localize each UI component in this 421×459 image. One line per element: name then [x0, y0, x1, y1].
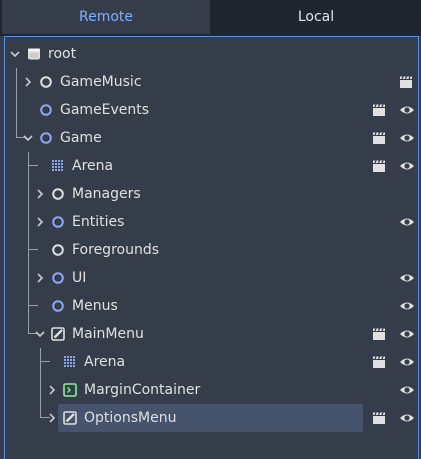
control-icon — [63, 411, 77, 425]
eye-icon[interactable] — [399, 411, 415, 425]
chevron-right-icon[interactable] — [45, 383, 59, 397]
container-icon — [63, 383, 77, 397]
tree-row-root[interactable]: root — [0, 40, 421, 68]
eye-icon[interactable] — [399, 215, 415, 229]
eye-icon[interactable] — [399, 271, 415, 285]
tree-row-gameevents[interactable]: GameEvents — [0, 96, 421, 124]
chevron-right-icon[interactable] — [33, 187, 47, 201]
chevron-down-icon[interactable] — [33, 327, 47, 341]
tree-row-mainmenu[interactable]: MainMenu — [0, 320, 421, 348]
tree-row-ui[interactable]: UI — [0, 264, 421, 292]
node-icon — [39, 103, 53, 117]
tree-row-menus[interactable]: Menus — [0, 292, 421, 320]
tree-row-label: Game — [60, 130, 102, 146]
grid-icon — [63, 355, 77, 369]
tree-row-label: MainMenu — [72, 326, 144, 342]
eye-icon[interactable] — [399, 131, 415, 145]
tree-row-arena[interactable]: Arena — [0, 152, 421, 180]
chevron-right-icon[interactable] — [33, 215, 47, 229]
tree-row-game[interactable]: Game — [0, 124, 421, 152]
tree-row-label: Managers — [72, 186, 141, 202]
tree-row-optionsmenu[interactable]: OptionsMenu — [0, 404, 421, 432]
tree-row-label: Arena — [72, 158, 114, 174]
tree-row-label: Foregrounds — [72, 242, 160, 258]
node-icon — [39, 75, 53, 89]
chevron-right-icon[interactable] — [45, 411, 59, 425]
clapperboard-icon[interactable] — [372, 131, 386, 145]
eye-icon[interactable] — [399, 383, 415, 397]
chevron-right-icon[interactable] — [33, 271, 47, 285]
tree-row-label: OptionsMenu — [84, 410, 177, 426]
eye-icon[interactable] — [399, 299, 415, 313]
scene-tab-bar: Remote Local — [0, 0, 421, 36]
chevron-right-icon[interactable] — [21, 75, 35, 89]
node-icon — [51, 187, 65, 201]
tab-local[interactable]: Local — [212, 0, 420, 34]
eye-icon[interactable] — [399, 159, 415, 173]
node-icon — [51, 215, 65, 229]
clapperboard-icon[interactable] — [372, 411, 386, 425]
tree-row-label: UI — [72, 270, 87, 286]
tree-row-managers[interactable]: Managers — [0, 180, 421, 208]
window-icon — [27, 47, 41, 61]
tree-row-entities[interactable]: Entities — [0, 208, 421, 236]
node-icon — [51, 271, 65, 285]
tree-row-gamemusic[interactable]: GameMusic — [0, 68, 421, 96]
tree-row-label: Menus — [72, 298, 118, 314]
node-icon — [51, 299, 65, 313]
tree-row-arena[interactable]: Arena — [0, 348, 421, 376]
clapperboard-icon[interactable] — [372, 327, 386, 341]
clapperboard-icon[interactable] — [399, 75, 413, 89]
tree-row-label: GameMusic — [60, 74, 142, 90]
tree-row-margincontainer[interactable]: MarginContainer — [0, 376, 421, 404]
node-icon — [51, 243, 65, 257]
tab-remote[interactable]: Remote — [2, 0, 210, 34]
chevron-down-icon[interactable] — [8, 47, 22, 61]
clapperboard-icon[interactable] — [372, 159, 386, 173]
tree-row-label: Entities — [72, 214, 125, 230]
eye-icon[interactable] — [399, 355, 415, 369]
clapperboard-icon[interactable] — [372, 103, 386, 117]
chevron-down-icon[interactable] — [21, 131, 35, 145]
eye-icon[interactable] — [399, 327, 415, 341]
grid-icon — [51, 159, 65, 173]
tree-row-label: Arena — [84, 354, 126, 370]
control-icon — [51, 327, 65, 341]
node-icon — [39, 131, 53, 145]
tree-row-label: root — [48, 46, 77, 62]
clapperboard-icon[interactable] — [372, 355, 386, 369]
tree-row-label: MarginContainer — [84, 382, 201, 398]
tree-row-foregrounds[interactable]: Foregrounds — [0, 236, 421, 264]
tree-row-label: GameEvents — [60, 102, 150, 118]
eye-icon[interactable] — [399, 103, 415, 117]
